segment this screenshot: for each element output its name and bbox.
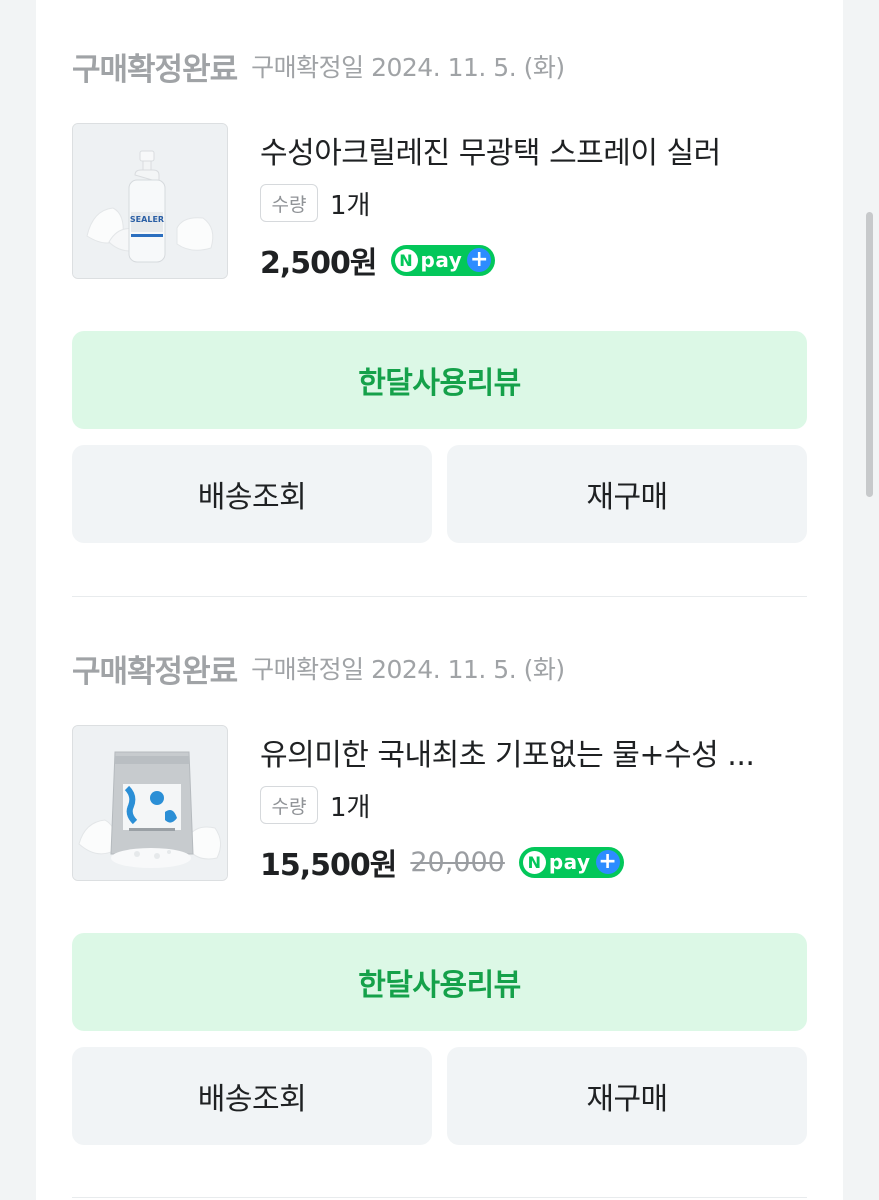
price-row: 2,500원 N pay + [260, 240, 496, 281]
order-status-row: 구매확정완료 구매확정일 2024. 11. 5. (화) [72, 648, 565, 690]
review-button[interactable]: 한달사용리뷰 [72, 331, 807, 429]
order-status: 구매확정완료 [72, 653, 238, 690]
quantity-value: 1개 [330, 190, 371, 221]
quantity-value: 1개 [330, 792, 371, 823]
delivery-tracking-button[interactable]: 배송조회 [72, 445, 432, 543]
rebuy-button[interactable]: 재구매 [447, 445, 807, 543]
price: 15,500원 [260, 848, 397, 883]
price-row: 15,500원 20,000 N pay + [260, 842, 624, 883]
resin-pouch-image [73, 726, 227, 880]
svg-text:SEALER: SEALER [130, 215, 164, 224]
sealer-bottle-image: SEALER [73, 124, 227, 278]
delivery-tracking-button[interactable]: 배송조회 [72, 1047, 432, 1145]
order-divider [72, 596, 807, 597]
npay-text: pay [548, 850, 591, 874]
npay-plus-badge: N pay + [390, 244, 496, 276]
plus-icon: + [467, 248, 492, 272]
product-thumbnail[interactable] [72, 725, 228, 881]
rebuy-button[interactable]: 재구매 [447, 1047, 807, 1145]
order-item: 구매확정완료 구매확정일 2024. 11. 5. (화) 유의미한 국내최초 … [72, 648, 807, 1148]
order-status-row: 구매확정완료 구매확정일 2024. 11. 5. (화) [72, 46, 565, 88]
quantity-label: 수량 [260, 184, 318, 222]
npay-text: pay [420, 248, 463, 272]
order-divider [72, 1197, 807, 1198]
product-thumbnail[interactable]: SEALER [72, 123, 228, 279]
product-name[interactable]: 수성아크릴레진 무광택 스프레이 실러 [260, 128, 807, 172]
quantity-row: 수량 1개 [260, 786, 370, 824]
npay-plus-badge: N pay + [518, 846, 624, 878]
quantity-row: 수량 1개 [260, 184, 370, 222]
review-button[interactable]: 한달사용리뷰 [72, 933, 807, 1031]
order-status: 구매확정완료 [72, 51, 238, 88]
confirm-date: 구매확정일 2024. 11. 5. (화) [251, 53, 565, 82]
confirm-date: 구매확정일 2024. 11. 5. (화) [251, 655, 565, 684]
npay-n-icon: N [522, 850, 546, 874]
product-name[interactable]: 유의미한 국내최초 기포없는 물+수성 ... [260, 730, 807, 774]
original-price: 20,000 [410, 846, 505, 878]
scrollbar[interactable] [866, 212, 873, 497]
order-item: 구매확정완료 구매확정일 2024. 11. 5. (화) SEALER 수성아… [72, 46, 807, 546]
plus-icon: + [595, 850, 620, 874]
quantity-label: 수량 [260, 786, 318, 824]
price: 2,500원 [260, 246, 377, 281]
npay-n-icon: N [394, 248, 418, 272]
order-list-card: 구매확정완료 구매확정일 2024. 11. 5. (화) SEALER 수성아… [36, 0, 843, 1200]
